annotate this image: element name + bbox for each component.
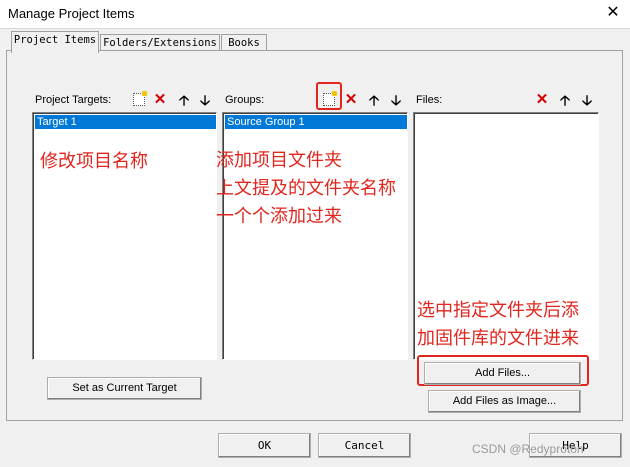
- list-item-target[interactable]: Target 1: [35, 115, 216, 129]
- delete-target-icon[interactable]: ✕: [151, 91, 169, 109]
- delete-group-icon[interactable]: ✕: [342, 91, 360, 109]
- window-title: Manage Project Items: [8, 6, 135, 21]
- annotation-files-line2: 加固件库的文件进来: [417, 328, 579, 348]
- tab-project-items[interactable]: Project Items: [11, 31, 99, 53]
- annotation-group-line1: 添加项目文件夹: [216, 150, 342, 170]
- delete-file-icon[interactable]: ✕: [533, 91, 551, 109]
- ok-button[interactable]: OK: [218, 433, 311, 458]
- close-icon[interactable]: ✕: [600, 2, 626, 24]
- list-item-group[interactable]: Source Group 1: [225, 115, 407, 129]
- new-group-highlight: [316, 82, 342, 110]
- move-down-group-icon[interactable]: 🡣: [387, 91, 405, 109]
- move-up-file-icon[interactable]: 🡡: [556, 91, 574, 109]
- targets-title: Project Targets:: [35, 94, 112, 106]
- move-up-group-icon[interactable]: 🡡: [365, 91, 383, 109]
- annotation-group-line2: 上文提及的文件夹名称: [216, 178, 396, 198]
- watermark: CSDN @Redyproton: [472, 442, 584, 456]
- cancel-button[interactable]: Cancel: [318, 433, 411, 458]
- files-title: Files:: [416, 94, 443, 106]
- move-down-file-icon[interactable]: 🡣: [578, 91, 596, 109]
- add-files-button[interactable]: Add Files...: [424, 362, 581, 385]
- annotation-rename: 修改项目名称: [40, 151, 148, 171]
- groups-title: Groups:: [225, 94, 265, 106]
- move-down-target-icon[interactable]: 🡣: [196, 91, 214, 109]
- new-target-icon[interactable]: [130, 91, 148, 109]
- annotation-files-line1: 选中指定文件夹后添: [417, 300, 579, 320]
- add-files-as-image-button[interactable]: Add Files as Image...: [428, 390, 581, 413]
- move-up-target-icon[interactable]: 🡡: [175, 91, 193, 109]
- annotation-group-line3: 一个个添加过来: [216, 206, 342, 226]
- set-current-target-button[interactable]: Set as Current Target: [47, 377, 202, 400]
- title-bar: Manage Project Items ✕: [0, 0, 630, 28]
